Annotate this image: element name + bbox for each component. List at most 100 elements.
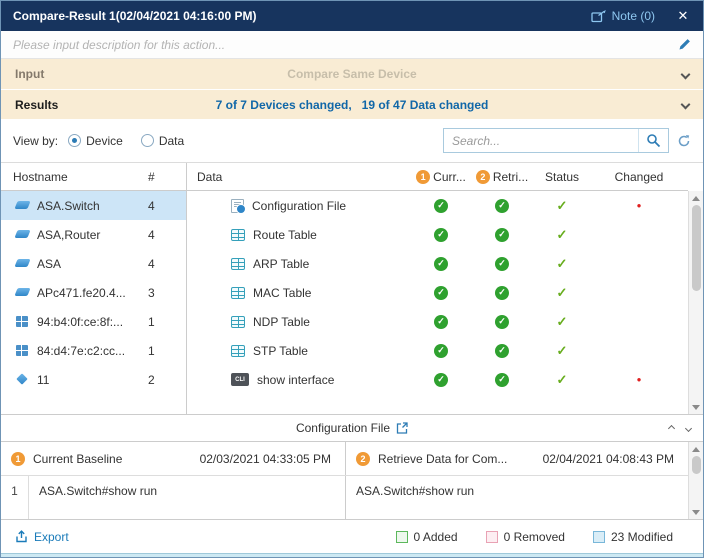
column-hostname[interactable]: Hostname [1,170,148,184]
search-button[interactable] [638,129,668,152]
device-name: ASA [31,257,148,271]
edit-description-button[interactable] [678,38,691,51]
baseline-label: Current Baseline [33,452,122,466]
collapse-up-icon[interactable] [668,424,675,431]
column-status[interactable]: Status [534,170,590,184]
data-row[interactable]: CLIshow interface ● [187,365,688,394]
results-toolbar: View by: Device Data [1,119,703,163]
export-button[interactable]: Export [15,530,69,544]
data-label: NDP Table [253,315,310,329]
retrieve-column-header: 2 Retrieve Data for Com... 02/04/2021 04… [346,442,688,475]
description-row: Please input description for this action… [1,31,703,59]
media-device-icon [13,373,31,386]
router-icon [13,228,31,241]
data-label: Route Table [253,228,317,242]
view-by-device-radio[interactable]: Device [68,134,123,148]
note-label: Note (0) [612,9,655,23]
view-by-data-label: Data [159,134,184,148]
search-input[interactable] [444,129,638,152]
scroll-down-icon[interactable] [689,505,703,519]
data-row[interactable]: Route Table [187,220,688,249]
removed-label: 0 Removed [504,530,565,544]
refresh-button[interactable] [677,134,691,148]
device-row[interactable]: 11 2 [1,365,186,394]
switch-icon [13,199,31,212]
note-button[interactable]: Note (0) [591,9,655,23]
detail-scrollbar[interactable] [688,442,703,519]
device-row[interactable]: 94:b4:0f:ce:8f:... 1 [1,307,186,336]
data-label: MAC Table [253,286,311,300]
scrollbar-thumb[interactable] [692,456,701,474]
device-row[interactable]: ASA.Switch 4 [1,191,186,220]
export-label: Export [34,530,69,544]
added-label: 0 Added [414,530,458,544]
detail-header: Configuration File [1,414,703,442]
device-name: ASA,Router [31,228,148,242]
input-section-header[interactable]: Input Compare Same Device [1,59,703,89]
input-collapse-button[interactable] [599,71,689,78]
success-check-icon [495,257,509,271]
device-name: 84:d4:7e:c2:cc... [31,344,148,358]
data-label: ARP Table [253,257,309,271]
added-swatch-icon [396,531,408,543]
device-row[interactable]: ASA,Router 4 [1,220,186,249]
data-row[interactable]: NDP Table [187,307,688,336]
end-system-icon [13,344,31,357]
compare-result-dialog: Compare-Result 1(02/04/2021 04:16:00 PM)… [0,0,704,558]
baseline-timestamp: 02/03/2021 04:33:05 PM [200,452,345,466]
access-point-icon [13,286,31,299]
view-by-device-label: Device [86,134,123,148]
data-changed-text: 19 of 47 Data changed [362,98,489,112]
results-collapse-button[interactable] [599,101,689,108]
success-check-icon [434,228,448,242]
column-retrieve[interactable]: 2 Retri... [470,170,534,184]
retrieve-label: Retrieve Data for Com... [378,452,507,466]
column-current-label: Curr... [433,170,466,184]
scroll-down-icon[interactable] [689,400,703,414]
data-pane: Data 1 Curr... 2 Retri... Status Changed… [187,163,688,414]
data-row[interactable]: Configuration File ● [187,191,688,220]
device-count: 1 [148,344,186,358]
scrollbar-thumb[interactable] [692,205,701,291]
column-changed[interactable]: Changed [590,170,688,184]
column-data[interactable]: Data [187,170,412,184]
results-table: Hostname # ASA.Switch 4 ASA,Router 4 ASA… [1,163,703,414]
column-current[interactable]: 1 Curr... [412,170,470,184]
scroll-up-icon[interactable] [689,442,703,456]
data-row[interactable]: STP Table [187,336,688,365]
detail-compare: 1 Current Baseline 02/03/2021 04:33:05 P… [1,442,703,519]
collapse-down-icon[interactable] [685,424,692,431]
modified-label: 23 Modified [611,530,673,544]
chevron-down-icon [681,69,691,79]
close-icon[interactable] [675,8,691,24]
device-row[interactable]: ASA 4 [1,249,186,278]
compare-columns-header: 1 Current Baseline 02/03/2021 04:33:05 P… [1,442,688,476]
column-count[interactable]: # [148,170,186,184]
device-name: ASA.Switch [31,199,148,213]
search-icon [646,133,661,148]
table-scrollbar[interactable] [688,191,703,414]
view-by-label: View by: [13,134,58,148]
device-table-header: Hostname # [1,163,186,191]
device-row[interactable]: 84:d4:7e:c2:cc... 1 [1,336,186,365]
data-row[interactable]: MAC Table [187,278,688,307]
badge-2-icon: 2 [356,452,370,466]
device-count: 3 [148,286,186,300]
removed-swatch-icon [486,531,498,543]
open-in-new-icon[interactable] [396,422,408,434]
success-check-icon [434,344,448,358]
data-row[interactable]: ARP Table [187,249,688,278]
device-count: 4 [148,199,186,213]
results-section-header[interactable]: Results 7 of 7 Devices changed,19 of 47 … [1,89,703,119]
success-check-icon [434,373,448,387]
input-section-label: Input [15,67,105,81]
success-check-icon [434,286,448,300]
legend-added: 0 Added [396,530,458,544]
input-section-value: Compare Same Device [105,67,599,81]
view-by-data-radio[interactable]: Data [141,134,184,148]
status-check-icon [557,256,568,272]
window-edge [1,553,703,557]
device-row[interactable]: APc471.fe20.4... 3 [1,278,186,307]
success-check-icon [495,199,509,213]
scroll-up-icon[interactable] [689,191,703,205]
